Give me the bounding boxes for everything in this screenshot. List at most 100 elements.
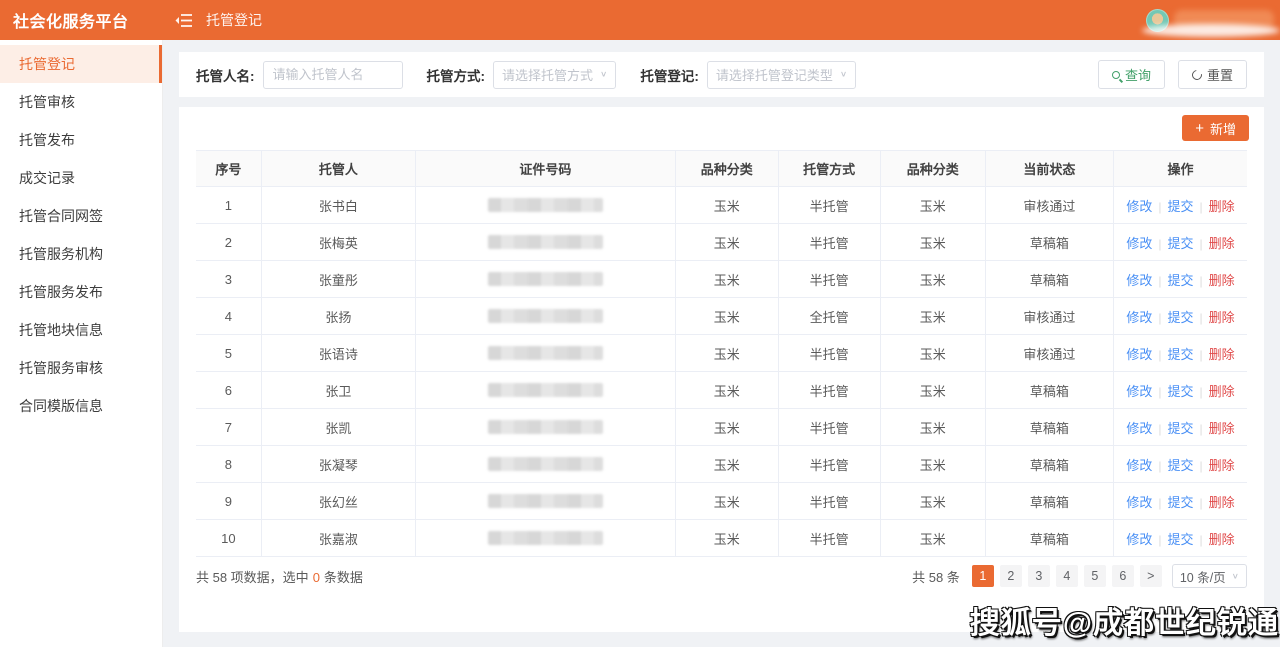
- cell-actions: 修改|提交|删除: [1113, 409, 1247, 446]
- submit-link[interactable]: 提交: [1167, 532, 1193, 547]
- cell-variety: 玉米: [675, 372, 778, 409]
- submit-link[interactable]: 提交: [1167, 384, 1193, 399]
- sidebar-item-9[interactable]: 合同模版信息: [0, 387, 162, 425]
- delete-link[interactable]: 删除: [1209, 495, 1235, 510]
- page-size-value: 10 条/页: [1180, 567, 1226, 586]
- page-button-2[interactable]: 2: [1000, 565, 1022, 587]
- action-separator: |: [1158, 274, 1161, 288]
- sidebar-item-label: 托管服务机构: [19, 246, 103, 262]
- cell-trustee-name: 张嘉淑: [261, 520, 415, 557]
- cell-variety2: 玉米: [880, 187, 985, 224]
- edit-link[interactable]: 修改: [1126, 384, 1152, 399]
- selection-summary: 共 58 项数据，选中0条数据: [196, 567, 363, 586]
- submit-link[interactable]: 提交: [1167, 458, 1193, 473]
- action-separator: |: [1199, 311, 1202, 325]
- cell-status: 草稿箱: [985, 372, 1113, 409]
- sidebar-item-7[interactable]: 托管地块信息: [0, 311, 162, 349]
- trustee-name-input[interactable]: [263, 61, 403, 89]
- delete-link[interactable]: 删除: [1209, 532, 1235, 547]
- page-button-4[interactable]: 4: [1056, 565, 1078, 587]
- action-separator: |: [1199, 459, 1202, 473]
- edit-link[interactable]: 修改: [1126, 495, 1152, 510]
- add-button[interactable]: + 新增: [1182, 115, 1249, 141]
- delete-link[interactable]: 删除: [1209, 199, 1235, 214]
- submit-link[interactable]: 提交: [1167, 495, 1193, 510]
- delete-link[interactable]: 删除: [1209, 421, 1235, 436]
- table-footer: 共 58 项数据，选中0条数据 共 58 条 123456 > 10 条/页 ∨: [196, 564, 1247, 588]
- cell-trustee-name: 张童彤: [261, 261, 415, 298]
- reg-select-placeholder: 请选择托管登记类型: [716, 65, 833, 84]
- page-button-5[interactable]: 5: [1084, 565, 1106, 587]
- edit-link[interactable]: 修改: [1126, 273, 1152, 288]
- sidebar-item-1[interactable]: 托管审核: [0, 83, 162, 121]
- id-number-censored: [488, 309, 603, 323]
- cell-id-number: [416, 409, 676, 446]
- cell-actions: 修改|提交|删除: [1113, 483, 1247, 520]
- page-button-6[interactable]: 6: [1112, 565, 1134, 587]
- submit-link[interactable]: 提交: [1167, 273, 1193, 288]
- delete-link[interactable]: 删除: [1209, 347, 1235, 362]
- sidebar-item-4[interactable]: 托管合同网签: [0, 197, 162, 235]
- cell-status: 草稿箱: [985, 224, 1113, 261]
- edit-link[interactable]: 修改: [1126, 347, 1152, 362]
- chevron-down-icon: ∨: [1232, 572, 1239, 581]
- next-page-button[interactable]: >: [1140, 565, 1162, 587]
- edit-link[interactable]: 修改: [1126, 532, 1152, 547]
- page-button-3[interactable]: 3: [1028, 565, 1050, 587]
- id-number-censored: [488, 235, 603, 249]
- cell-mode: 半托管: [778, 224, 880, 261]
- delete-link[interactable]: 删除: [1209, 310, 1235, 325]
- submit-link[interactable]: 提交: [1167, 347, 1193, 362]
- action-separator: |: [1158, 459, 1161, 473]
- cell-trustee-name: 张语诗: [261, 335, 415, 372]
- cell-variety: 玉米: [675, 483, 778, 520]
- table-row: 10 张嘉淑 玉米 半托管 玉米 草稿箱 修改|提交|删除: [196, 520, 1247, 557]
- submit-link[interactable]: 提交: [1167, 236, 1193, 251]
- collapse-menu-icon[interactable]: [174, 11, 192, 29]
- sidebar-item-3[interactable]: 成交记录: [0, 159, 162, 197]
- col-托管方式: 托管方式: [778, 151, 880, 187]
- cell-id-number: [416, 483, 676, 520]
- id-number-censored: [488, 272, 603, 286]
- reset-button[interactable]: 重置: [1178, 60, 1247, 89]
- action-separator: |: [1158, 200, 1161, 214]
- query-button[interactable]: 查询: [1098, 60, 1165, 89]
- action-separator: |: [1199, 348, 1202, 362]
- cell-index: 10: [196, 520, 261, 557]
- sidebar-item-2[interactable]: 托管发布: [0, 121, 162, 159]
- edit-link[interactable]: 修改: [1126, 236, 1152, 251]
- delete-link[interactable]: 删除: [1209, 273, 1235, 288]
- sidebar-item-6[interactable]: 托管服务发布: [0, 273, 162, 311]
- pagination: 共 58 条 123456 > 10 条/页 ∨: [912, 564, 1247, 588]
- delete-link[interactable]: 删除: [1209, 236, 1235, 251]
- add-button-label: 新增: [1210, 119, 1236, 138]
- cell-variety2: 玉米: [880, 372, 985, 409]
- submit-link[interactable]: 提交: [1167, 310, 1193, 325]
- cell-variety2: 玉米: [880, 520, 985, 557]
- delete-link[interactable]: 删除: [1209, 458, 1235, 473]
- cell-id-number: [416, 372, 676, 409]
- cell-mode: 半托管: [778, 335, 880, 372]
- registration-type-select[interactable]: 请选择托管登记类型 ∨: [707, 61, 856, 89]
- records-table: 序号 托管人 证件号码 品种分类 托管方式 品种分类 当前状态 操作 1 张书白…: [196, 150, 1247, 557]
- edit-link[interactable]: 修改: [1126, 458, 1152, 473]
- edit-link[interactable]: 修改: [1126, 199, 1152, 214]
- action-separator: |: [1158, 385, 1161, 399]
- cell-status: 审核通过: [985, 335, 1113, 372]
- page-button-1[interactable]: 1: [972, 565, 994, 587]
- refresh-icon: [1190, 68, 1204, 82]
- sidebar-item-0[interactable]: 托管登记: [0, 45, 162, 83]
- top-header: 社会化服务平台 托管登记: [0, 0, 1280, 40]
- edit-link[interactable]: 修改: [1126, 421, 1152, 436]
- edit-link[interactable]: 修改: [1126, 310, 1152, 325]
- submit-link[interactable]: 提交: [1167, 199, 1193, 214]
- sidebar-item-5[interactable]: 托管服务机构: [0, 235, 162, 273]
- page-size-select[interactable]: 10 条/页 ∨: [1172, 564, 1247, 588]
- cell-variety2: 玉米: [880, 298, 985, 335]
- cell-variety: 玉米: [675, 520, 778, 557]
- submit-link[interactable]: 提交: [1167, 421, 1193, 436]
- sidebar-item-8[interactable]: 托管服务审核: [0, 349, 162, 387]
- delete-link[interactable]: 删除: [1209, 384, 1235, 399]
- cell-mode: 半托管: [778, 261, 880, 298]
- mode-select[interactable]: 请选择托管方式 ∨: [493, 61, 616, 89]
